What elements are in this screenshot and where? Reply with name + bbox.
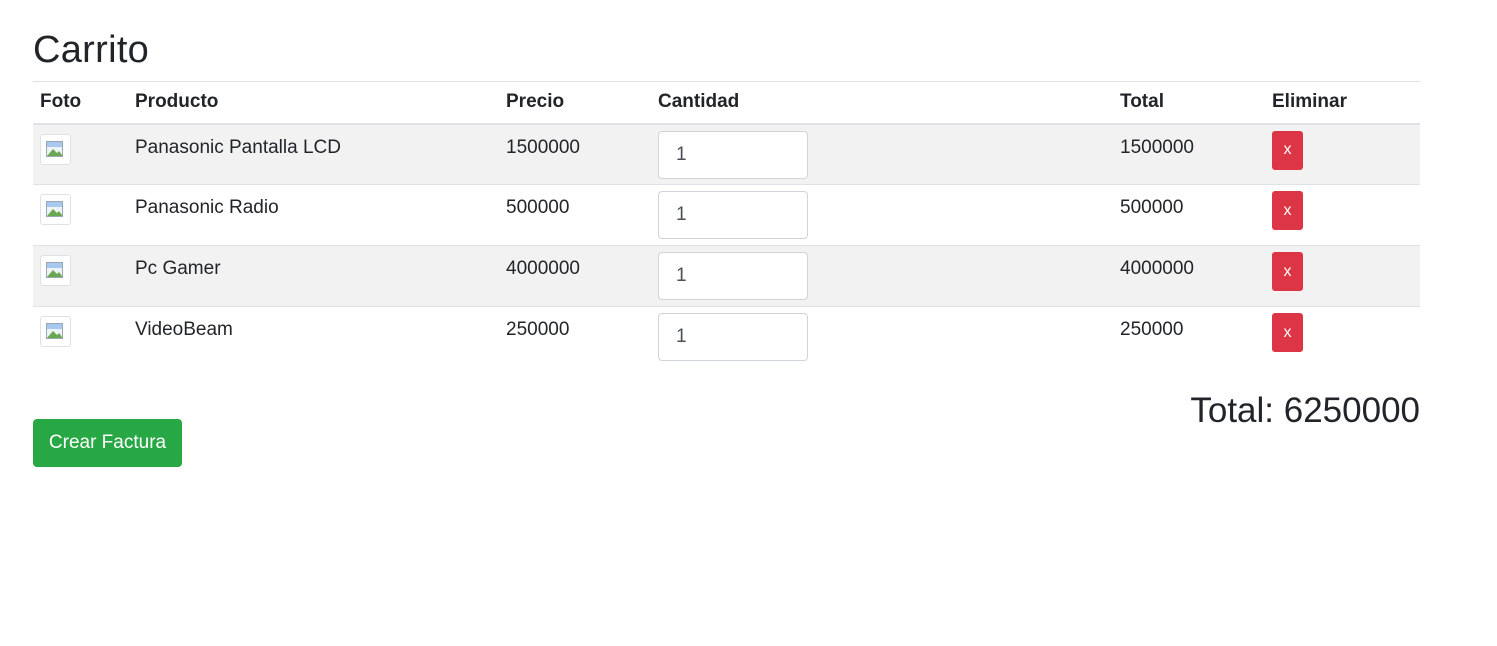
cart-table: Foto Producto Precio Cantidad Total Elim… <box>33 81 1420 368</box>
eliminar-cell: x <box>1265 306 1420 368</box>
broken-image-icon <box>40 133 71 165</box>
total-cell: 250000 <box>1113 306 1265 368</box>
table-header-row: Foto Producto Precio Cantidad Total Elim… <box>33 81 1420 125</box>
foto-cell <box>33 123 128 185</box>
header-foto: Foto <box>33 81 128 125</box>
header-total: Total <box>1113 81 1265 125</box>
eliminar-cell: x <box>1265 245 1420 307</box>
broken-image-icon <box>40 316 71 347</box>
producto-cell: Pc Gamer <box>128 245 499 307</box>
cantidad-cell <box>651 306 1113 368</box>
broken-image-icon <box>40 194 71 225</box>
total-cell: 1500000 <box>1113 123 1265 185</box>
precio-cell: 4000000 <box>499 245 651 307</box>
precio-cell: 500000 <box>499 184 651 246</box>
precio-cell: 1500000 <box>499 123 651 185</box>
broken-image-icon <box>40 255 71 286</box>
table-row: Pc Gamer 4000000 4000000 x <box>33 245 1420 307</box>
table-row: VideoBeam 250000 250000 x <box>33 306 1420 368</box>
total-cell: 4000000 <box>1113 245 1265 307</box>
quantity-input[interactable] <box>658 252 808 300</box>
remove-item-button[interactable]: x <box>1272 130 1303 170</box>
producto-cell: Panasonic Pantalla LCD <box>128 123 499 185</box>
create-invoice-button[interactable]: Crear Factura <box>33 419 182 467</box>
table-row: Panasonic Pantalla LCD 1500000 1500000 x <box>33 123 1420 185</box>
precio-cell: 250000 <box>499 306 651 368</box>
producto-cell: VideoBeam <box>128 306 499 368</box>
quantity-input[interactable] <box>658 130 808 179</box>
foto-cell <box>33 184 128 246</box>
foto-cell <box>33 245 128 307</box>
header-cantidad: Cantidad <box>651 81 1113 125</box>
quantity-input[interactable] <box>658 191 808 239</box>
remove-item-button[interactable]: x <box>1272 191 1303 230</box>
remove-item-button[interactable]: x <box>1272 313 1303 352</box>
remove-item-button[interactable]: x <box>1272 252 1303 291</box>
eliminar-cell: x <box>1265 184 1420 246</box>
header-eliminar: Eliminar <box>1265 81 1420 125</box>
page-title: Carrito <box>33 29 150 71</box>
cantidad-cell <box>651 123 1113 185</box>
producto-cell: Panasonic Radio <box>128 184 499 246</box>
quantity-input[interactable] <box>658 313 808 361</box>
table-row: Panasonic Radio 500000 500000 x <box>33 184 1420 246</box>
header-producto: Producto <box>128 81 499 125</box>
cantidad-cell <box>651 245 1113 307</box>
foto-cell <box>33 306 128 368</box>
cart-total: Total: 6250000 <box>1190 391 1420 430</box>
header-precio: Precio <box>499 81 651 125</box>
eliminar-cell: x <box>1265 123 1420 185</box>
total-cell: 500000 <box>1113 184 1265 246</box>
cantidad-cell <box>651 184 1113 246</box>
